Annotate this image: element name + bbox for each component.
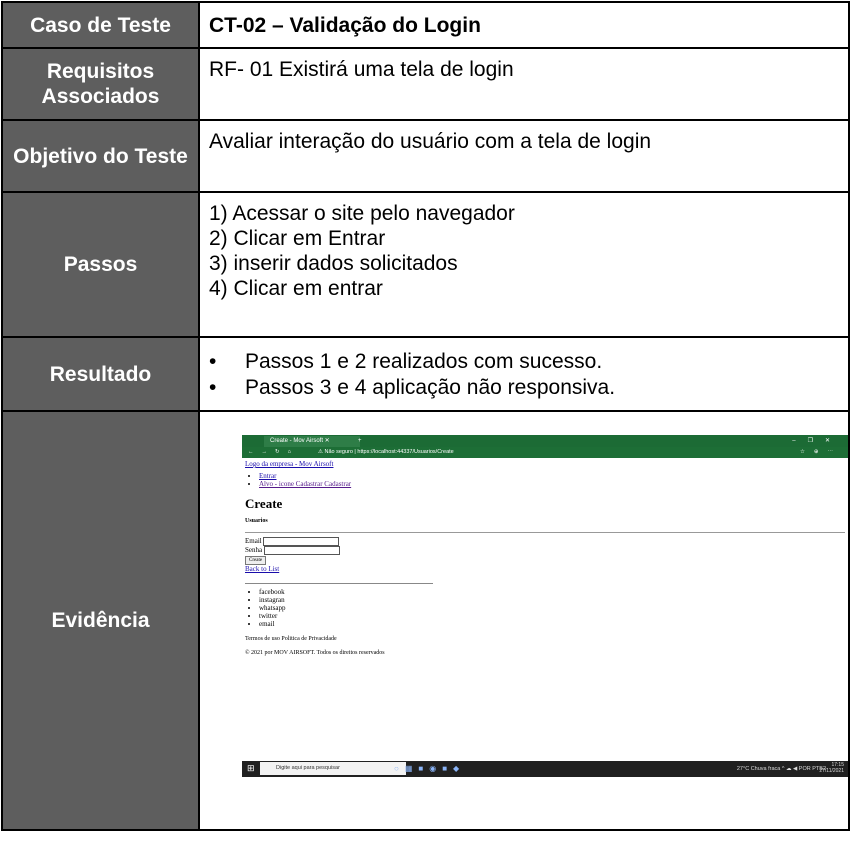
- logo-link: Logo da empresa - Mov Airsoft: [245, 460, 334, 468]
- social-item: whatsapp: [259, 604, 845, 612]
- windows-start-icon: ⊞: [247, 763, 255, 773]
- passos-label: Passos: [1, 191, 200, 338]
- new-tab-icon: +: [358, 438, 362, 444]
- social-item: facebook: [259, 588, 845, 596]
- evidencia-label: Evidência: [1, 410, 200, 831]
- email-field: [263, 537, 340, 546]
- page-subheading: Usuarios: [245, 518, 268, 524]
- search-placeholder: Digite aqui para pesquisar: [276, 765, 340, 771]
- nav-arrows-icon: ←→↻⌂: [248, 449, 299, 455]
- nav-item: Alvo - icone Cadastrar Cadastrar: [259, 480, 845, 488]
- create-form: Email Senha Create Back to List: [245, 537, 845, 574]
- divider: [245, 532, 845, 533]
- date-text: 27/11/2021: [819, 768, 844, 774]
- objetivo-value: Avaliar interação do usuário com a tela …: [198, 119, 850, 193]
- web-page: Logo da empresa - Mov Airsoft Entrar Alv…: [242, 458, 848, 658]
- requisitos-label: Requisitos Associados: [1, 47, 200, 121]
- browser-tab: Create - Mov Airsoft ✕: [264, 436, 360, 447]
- evidence-screenshot: Create - Mov Airsoft ✕ + –❐✕ ←→↻⌂ ⚠ Não …: [242, 435, 848, 777]
- step-item: 2) Clicar em Entrar: [209, 227, 386, 250]
- senha-field: [263, 546, 340, 556]
- resultado-item: Passos 1 e 2 realizados com sucesso.: [209, 349, 848, 375]
- social-list: facebook instagran whatsapp twitter emai…: [245, 588, 845, 628]
- browser-tab-bar: Create - Mov Airsoft ✕ + –❐✕: [242, 435, 848, 447]
- social-item: instagran: [259, 596, 845, 604]
- copyright-text: © 2021 por MOV AIRSOFT. Todos os direito…: [245, 650, 385, 657]
- system-tray: 27°C Chuva fraca ^ ☁ ◀ POR PTB2: [736, 766, 826, 772]
- entrar-link: Entrar: [259, 472, 277, 480]
- caso-value: CT-02 – Validação do Login: [198, 1, 850, 49]
- resultado-label: Resultado: [1, 336, 200, 412]
- terms-text: Termos de uso Politica de Privacidade: [245, 636, 337, 643]
- step-item: 3) inserir dados solicitados: [209, 252, 458, 275]
- caso-label: Caso de Teste: [1, 1, 200, 49]
- resultado-list: Passos 1 e 2 realizados com sucesso. Pas…: [198, 336, 850, 412]
- step-item: 1) Acessar o site pelo navegador: [209, 202, 515, 225]
- step-item: 4) Clicar em entrar: [209, 277, 383, 300]
- requisitos-value: RF- 01 Existirá uma tela de login: [198, 47, 850, 121]
- taskbar-search: Digite aqui para pesquisar: [260, 762, 406, 775]
- email-label: Email: [245, 537, 262, 546]
- nav-item: Entrar: [259, 472, 845, 480]
- objetivo-label: Objetivo do Teste: [1, 119, 200, 193]
- page-heading: Create: [245, 496, 283, 511]
- weather-text: 27°C Chuva fraca: [736, 766, 781, 772]
- footer-divider: [245, 583, 433, 585]
- senha-label: Senha: [245, 546, 263, 555]
- nav-list: Entrar Alvo - icone Cadastrar Cadastrar: [245, 472, 845, 488]
- not-secure-label: Não seguro: [324, 449, 353, 455]
- taskbar-clock: 17:15 27/11/2021: [819, 762, 844, 774]
- taskbar-apps-icons: ○▦■◉■◆: [394, 764, 466, 773]
- social-item: twitter: [259, 612, 845, 620]
- cadastrar-link: Alvo - icone Cadastrar Cadastrar: [259, 480, 352, 488]
- create-button: Create: [245, 556, 267, 566]
- resultado-item: Passos 3 e 4 aplicação não responsiva.: [209, 375, 848, 401]
- back-link: Back to List: [245, 565, 280, 574]
- browser-toolbar-icons: ☆⊕⋯: [799, 449, 842, 455]
- address-bar: ←→↻⌂ ⚠ Não seguro | https://localhost:44…: [242, 447, 848, 458]
- social-item: email: [259, 620, 845, 628]
- url-text: https://localhost:44337/Usuarios/Create: [357, 449, 454, 455]
- passos-list: 1) Acessar o site pelo navegador 2) Clic…: [198, 191, 850, 338]
- windows-taskbar: ⊞ Digite aqui para pesquisar ○▦■◉■◆ 27°C…: [242, 761, 848, 777]
- tab-title: Create - Mov Airsoft: [270, 438, 324, 444]
- url-field: ⚠ Não seguro | https://localhost:44337/U…: [318, 449, 454, 455]
- window-controls: –❐✕: [792, 438, 842, 444]
